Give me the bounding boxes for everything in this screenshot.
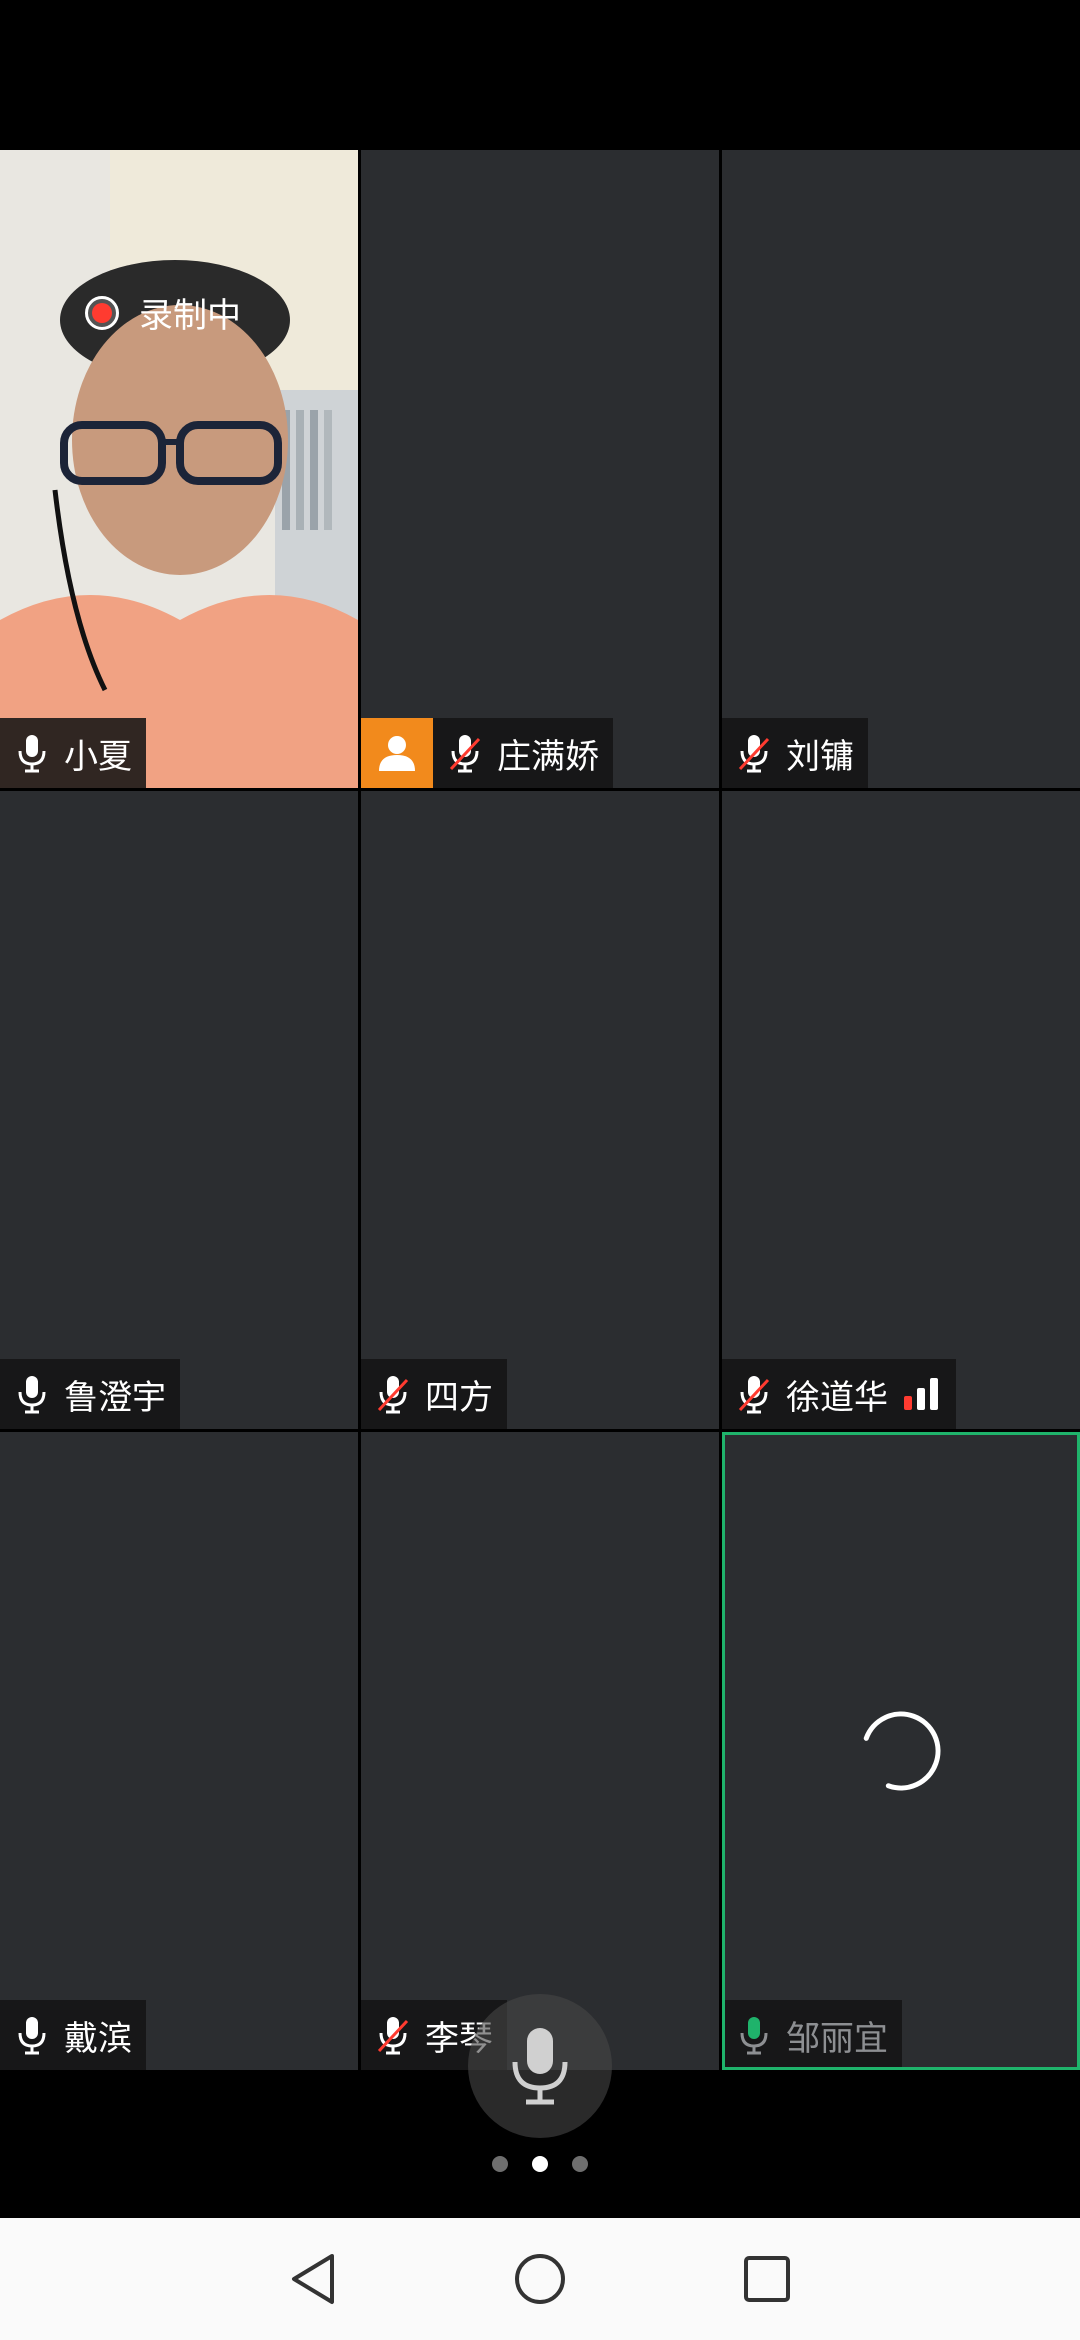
mic-muted-icon <box>371 2013 415 2057</box>
page-dot[interactable] <box>572 2156 588 2172</box>
page-dot-current[interactable] <box>532 2156 548 2172</box>
participant-tile-4[interactable]: 鲁澄宇 <box>0 791 358 1429</box>
record-icon <box>85 295 119 330</box>
mic-icon <box>10 1372 54 1416</box>
mic-muted-icon <box>732 1372 776 1416</box>
mic-muted-icon <box>371 1372 415 1416</box>
nameplate: 刘镛 <box>722 718 868 788</box>
participant-name: 鲁澄宇 <box>64 1377 166 1418</box>
page-indicator <box>0 2156 1080 2172</box>
nameplate: 庄满娇 <box>433 718 613 788</box>
page-dot[interactable] <box>492 2156 508 2172</box>
host-badge <box>361 718 433 788</box>
video-feed <box>0 150 358 788</box>
participant-name: 四方 <box>425 1377 493 1418</box>
signal-icon <box>902 1376 942 1412</box>
participant-name: 刘镛 <box>786 736 854 777</box>
participant-tile-5[interactable]: 四方 <box>361 791 719 1429</box>
mic-muted-icon <box>443 731 487 775</box>
mute-toggle-button[interactable] <box>468 1994 612 2138</box>
mic-muted-icon <box>732 731 776 775</box>
recording-label: 录制中 <box>139 296 241 336</box>
participant-grid: 录制中 小夏 庄满娇 刘镛 鲁澄宇 四方 徐道华 戴滨 李琴 邹丽宜 <box>0 150 1080 2070</box>
mic-icon <box>732 2013 776 2057</box>
recents-button[interactable] <box>737 2249 797 2309</box>
mic-icon <box>512 2028 568 2105</box>
participant-tile-1[interactable]: 录制中 小夏 <box>0 150 358 788</box>
mic-icon <box>10 731 54 775</box>
nameplate: 小夏 <box>0 718 146 788</box>
nameplate: 戴滨 <box>0 2000 146 2070</box>
home-icon <box>514 2254 565 2304</box>
person-icon <box>379 736 415 771</box>
participant-tile-7[interactable]: 戴滨 <box>0 1432 358 2070</box>
home-button[interactable] <box>510 2249 570 2309</box>
nameplate: 鲁澄宇 <box>0 1359 180 1429</box>
participant-tile-2[interactable]: 庄满娇 <box>361 150 719 788</box>
participant-tile-8[interactable]: 李琴 <box>361 1432 719 2070</box>
nameplate: 四方 <box>361 1359 507 1429</box>
nameplate: 邹丽宜 <box>725 2000 902 2067</box>
participant-name: 小夏 <box>64 736 132 777</box>
participant-name: 庄满娇 <box>497 736 599 777</box>
system-nav-bar <box>0 2218 1080 2340</box>
nameplate: 徐道华 <box>722 1359 956 1429</box>
participant-name: 邹丽宜 <box>786 2018 888 2059</box>
mic-icon <box>10 2013 54 2057</box>
participant-tile-3[interactable]: 刘镛 <box>722 150 1080 788</box>
recording-indicator: 录制中 <box>85 288 241 337</box>
participant-tile-6[interactable]: 徐道华 <box>722 791 1080 1429</box>
back-button[interactable] <box>283 2249 343 2309</box>
participant-name: 戴滨 <box>64 2018 132 2059</box>
participant-name: 徐道华 <box>786 1377 888 1418</box>
participant-tile-9[interactable]: 邹丽宜 <box>722 1432 1080 2070</box>
back-icon <box>292 2254 335 2304</box>
recents-icon <box>743 2256 790 2302</box>
spinner-icon <box>863 1711 941 1791</box>
